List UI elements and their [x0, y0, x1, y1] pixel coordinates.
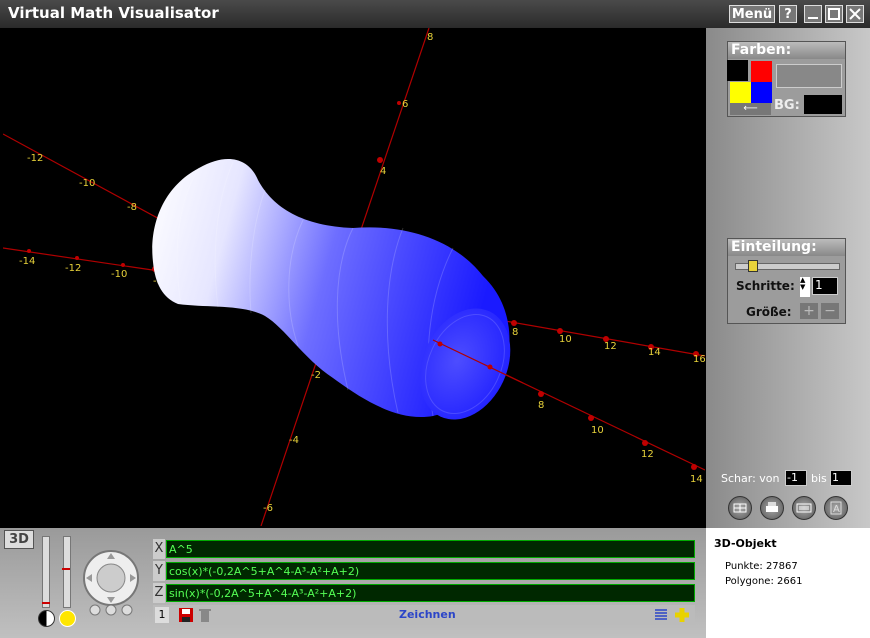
family-from-input[interactable]: -1 — [785, 470, 807, 486]
list-icon[interactable] — [653, 607, 669, 623]
bg-color-swatch[interactable] — [804, 95, 842, 114]
tick-label-axis1-2: -10 — [111, 269, 127, 280]
formula-x-row: X A^5 — [153, 539, 695, 559]
tick-label-vertical-2: 4 — [380, 166, 386, 177]
swatch-black-fill — [727, 60, 748, 81]
axis-overlay-dot-2 — [487, 364, 493, 370]
contrast-icon[interactable] — [38, 610, 55, 627]
text-button[interactable]: A — [824, 496, 848, 520]
formula-index[interactable]: 1 — [155, 607, 169, 623]
steps-label: Schritte: — [736, 279, 795, 293]
family-to-label: bis — [811, 472, 827, 485]
size-plus-button[interactable]: + — [800, 303, 818, 319]
axis-line-c — [487, 317, 705, 357]
swatch-blue[interactable] — [751, 82, 772, 103]
formula-z-input[interactable]: sin(x)*(-0,2A^5+A^4-A³-A²+A+2) — [166, 584, 695, 602]
swatch-red[interactable] — [751, 61, 772, 82]
tick-label-axis2-0: -12 — [27, 153, 43, 164]
family-from-label: Schar: von — [721, 472, 780, 485]
draw-button[interactable]: Zeichnen — [399, 608, 456, 621]
slider-right[interactable] — [63, 536, 71, 608]
tick-label-axis2-1: -10 — [79, 178, 95, 189]
tick-label-axis3-4: 16 — [693, 354, 705, 365]
window-title: Virtual Math Visualisator — [8, 4, 219, 22]
swatch-yellow[interactable] — [730, 82, 751, 103]
division-panel: Einteilung: Schritte: ▲ ▼ 1 Größe: + − — [727, 238, 846, 324]
formula-toolbar: 1 Zeichnen — [153, 605, 695, 625]
tick-label-axis3-1: 10 — [559, 334, 572, 345]
tick-label-axis4-3: 10 — [591, 425, 604, 436]
keyboard-button[interactable] — [792, 496, 816, 520]
printer-icon — [766, 502, 778, 512]
minimize-icon — [808, 17, 818, 19]
grid-view-button[interactable] — [728, 496, 752, 520]
info-panel: 3D-Objekt Punkte: 27867 Polygone: 2661 — [706, 528, 870, 638]
grid-icon — [733, 503, 747, 513]
minimize-button[interactable] — [804, 5, 822, 23]
size-label: Größe: — [746, 305, 792, 319]
3d-plot[interactable]: -14 -12 -10 -8 -6 -4 -12 -10 -8 8 6 4 -2… — [3, 28, 705, 526]
info-points: Punkte: 27867 — [725, 561, 798, 572]
bottom-panel: 3D X A^5 Y cos(x)*(-0,2A^5+A^4-A³-A²+A+2… — [0, 528, 706, 638]
color-preview — [776, 64, 842, 88]
formula-x-input[interactable]: A^5 — [166, 540, 695, 558]
help-button[interactable]: ? — [779, 5, 797, 23]
tick-label-vertical-1: 6 — [402, 99, 408, 110]
colors-title: Farben: — [728, 42, 845, 59]
axis-overlay-dot-1 — [437, 341, 443, 347]
text-a-icon: A — [830, 501, 842, 515]
tick-label-axis1-1: -12 — [65, 263, 81, 274]
slider-left-marker — [42, 602, 50, 604]
tick-label-axis4-2: 8 — [538, 400, 544, 411]
formula-x-label: X — [153, 539, 165, 559]
slider-right-marker — [62, 568, 70, 570]
steps-spinner-icon[interactable]: ▲ ▼ — [800, 277, 810, 297]
division-title: Einteilung: — [728, 239, 845, 256]
mode-3d-toggle[interactable]: 3D — [4, 530, 34, 549]
close-icon — [849, 8, 861, 20]
trash-icon[interactable] — [197, 607, 213, 623]
print-button[interactable] — [760, 496, 784, 520]
size-minus-button[interactable]: − — [821, 303, 839, 319]
slider-left[interactable] — [42, 536, 50, 608]
tick-label-axis4-5: 14 — [690, 474, 703, 485]
tick-label-axis3-0: 8 — [512, 327, 518, 338]
svg-text:A: A — [833, 504, 840, 515]
division-slider-handle[interactable] — [748, 260, 758, 272]
formula-y-input[interactable]: cos(x)*(-0,2A^5+A^4-A³-A²+A+2) — [166, 562, 695, 580]
tick-label-vertical-0: 8 — [427, 32, 433, 43]
tick-label-axis1-0: -14 — [19, 256, 35, 267]
menu-button[interactable]: Menü — [729, 5, 775, 23]
formula-y-row: Y cos(x)*(-0,2A^5+A^4-A³-A²+A+2) — [153, 561, 695, 581]
navigation-wheel[interactable] — [82, 548, 140, 618]
tick-label-axis4-4: 12 — [641, 449, 654, 460]
3d-viewport[interactable]: -14 -12 -10 -8 -6 -4 -12 -10 -8 8 6 4 -2… — [3, 28, 705, 526]
tick-label-axis3-3: 14 — [648, 347, 661, 358]
formula-z-row: Z sin(x)*(-0,2A^5+A^4-A³-A²+A+2) — [153, 583, 695, 603]
bg-label: BG: — [774, 98, 800, 113]
info-polygons: Polygone: 2661 — [725, 576, 803, 587]
light-icon[interactable] — [59, 610, 76, 627]
steps-input[interactable]: 1 — [812, 277, 838, 295]
info-title: 3D-Objekt — [714, 537, 777, 550]
tick-label-axis2-2: -8 — [127, 202, 137, 213]
maximize-button[interactable] — [825, 5, 843, 23]
tick-label-axis3-2: 12 — [604, 341, 617, 352]
tick-label-vertical-4: -4 — [289, 435, 299, 446]
maximize-icon — [828, 8, 840, 20]
add-icon[interactable] — [673, 606, 691, 624]
tick-label-vertical-3: -2 — [311, 370, 321, 381]
formula-z-label: Z — [153, 583, 165, 603]
close-button[interactable] — [846, 5, 864, 23]
save-icon[interactable] — [178, 607, 194, 623]
family-to-input[interactable]: 1 — [830, 470, 852, 486]
tick-label-vertical-5: -6 — [263, 503, 273, 514]
formula-y-label: Y — [153, 561, 165, 581]
right-panel: Farben: ⟵ BG: Einteilung: Schritte: ▲ ▼ 1… — [706, 28, 870, 528]
back-arrow-button[interactable]: ⟵ — [730, 103, 771, 115]
title-bar: Virtual Math Visualisator Menü ? — [0, 0, 870, 28]
keyboard-icon — [796, 503, 812, 513]
